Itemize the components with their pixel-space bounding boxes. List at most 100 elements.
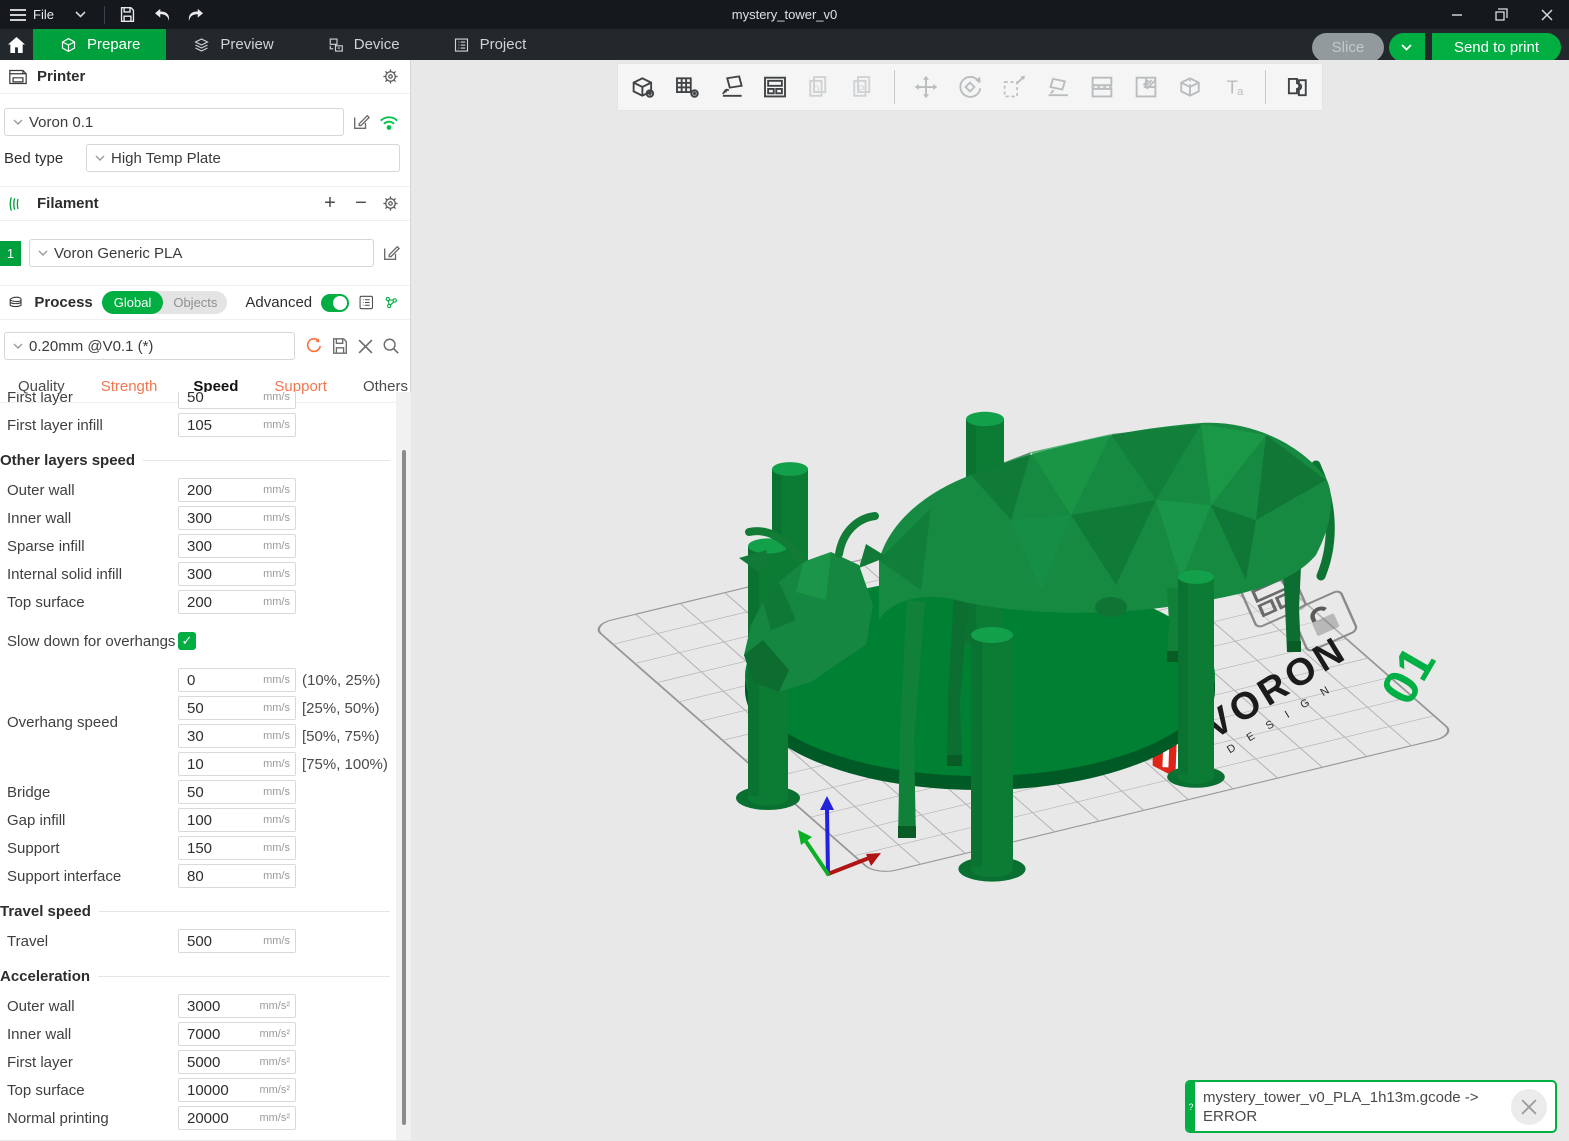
- printer-select[interactable]: Voron 0.1: [4, 108, 344, 136]
- scale-icon[interactable]: [997, 68, 1031, 106]
- setting-input[interactable]: [179, 482, 259, 499]
- 3d-viewport[interactable]: 0P Ta: [411, 60, 1569, 1140]
- slow-down-overhangs-checkbox[interactable]: ✓: [178, 632, 196, 650]
- overhang-range-label: [75%, 100%): [302, 756, 388, 773]
- edit-printer-icon[interactable]: [352, 113, 370, 131]
- scope-objects[interactable]: Objects: [163, 295, 227, 310]
- setting-input[interactable]: [179, 756, 259, 773]
- setting-unit: mm/s²: [259, 1028, 295, 1040]
- setting-input[interactable]: [179, 728, 259, 745]
- home-icon: [7, 36, 26, 54]
- send-options-button[interactable]: [1389, 33, 1425, 62]
- setting-input[interactable]: [179, 1082, 259, 1099]
- setting-input[interactable]: [179, 672, 259, 689]
- filament-settings-gear-icon[interactable]: [381, 194, 400, 213]
- setting-row: First layermm/s: [7, 392, 396, 411]
- setting-row: Normal printingmm/s²: [7, 1104, 396, 1132]
- remove-filament-button[interactable]: −: [350, 192, 372, 215]
- rotate-icon[interactable]: [953, 68, 987, 106]
- bed-type-value: High Temp Plate: [111, 150, 221, 167]
- setting-input[interactable]: [179, 392, 259, 406]
- tab-project[interactable]: Project: [426, 29, 553, 60]
- setting-input[interactable]: [179, 417, 259, 434]
- add-filament-button[interactable]: +: [319, 192, 341, 215]
- add-plate-icon[interactable]: [670, 68, 704, 106]
- process-scope-toggle[interactable]: Global Objects: [102, 291, 228, 314]
- clear-preset-icon[interactable]: [358, 339, 373, 354]
- parameter-list-icon[interactable]: [358, 293, 375, 312]
- setting-input[interactable]: [179, 538, 259, 555]
- setting-input[interactable]: [179, 1026, 259, 1043]
- setting-unit: mm/s²: [259, 1112, 295, 1124]
- bed-type-select[interactable]: High Temp Plate: [86, 144, 400, 172]
- printer-settings-gear-icon[interactable]: [381, 67, 400, 86]
- minimize-button[interactable]: [1434, 0, 1479, 29]
- setting-label: Top surface: [7, 1082, 178, 1099]
- tab-prepare-label: Prepare: [87, 36, 140, 53]
- filament-select[interactable]: Voron Generic PLA: [29, 239, 374, 267]
- project-icon: [452, 36, 471, 54]
- file-menu-expand[interactable]: [64, 0, 98, 29]
- redo-button[interactable]: [179, 0, 213, 29]
- split-to-parts-icon[interactable]: P: [846, 68, 880, 106]
- chevron-down-icon: [38, 250, 48, 256]
- setting-input[interactable]: [179, 1110, 259, 1127]
- slice-button[interactable]: Slice: [1312, 33, 1384, 62]
- setting-input[interactable]: [179, 1054, 259, 1071]
- add-text-icon[interactable]: Ta: [1217, 68, 1251, 106]
- split-to-objects-icon[interactable]: 0: [802, 68, 836, 106]
- setting-row: Support interfacemm/s: [7, 862, 396, 890]
- reset-preset-icon[interactable]: [304, 337, 322, 355]
- settings-section-header: Acceleration: [0, 964, 396, 988]
- save-button[interactable]: [111, 0, 145, 29]
- save-preset-icon[interactable]: [331, 337, 349, 355]
- tab-device[interactable]: Device: [300, 29, 426, 60]
- setting-input[interactable]: [179, 784, 259, 801]
- toast-close-button[interactable]: [1511, 1089, 1547, 1125]
- overhang-range-label: (10%, 25%): [302, 672, 380, 689]
- setting-unit: mm/s: [259, 512, 295, 524]
- setting-input[interactable]: [179, 594, 259, 611]
- home-button[interactable]: [0, 29, 33, 60]
- setting-unit: mm/s: [259, 935, 295, 947]
- wifi-icon[interactable]: [378, 114, 400, 131]
- search-preset-icon[interactable]: [382, 337, 400, 355]
- auto-orient-icon[interactable]: [714, 68, 748, 106]
- build-plate-scene[interactable]: VORON D E S I G N 01: [411, 60, 1569, 1141]
- setting-input[interactable]: [179, 840, 259, 857]
- close-button[interactable]: [1524, 0, 1569, 29]
- maximize-button[interactable]: [1479, 0, 1524, 29]
- setting-input[interactable]: [179, 998, 259, 1015]
- minimize-icon: [1451, 9, 1463, 21]
- setting-input[interactable]: [179, 933, 259, 950]
- setting-input[interactable]: [179, 700, 259, 717]
- move-icon[interactable]: [909, 68, 943, 106]
- lay-on-face-icon[interactable]: [1041, 68, 1075, 106]
- file-menu[interactable]: File: [0, 0, 64, 29]
- settings-scrollbar-thumb[interactable]: [402, 450, 406, 1125]
- setting-input[interactable]: [179, 566, 259, 583]
- overhang-range-label: [50%, 75%): [302, 728, 380, 745]
- settings-section-header: Other layers speed: [0, 448, 396, 472]
- send-to-print-button[interactable]: Send to print: [1432, 33, 1561, 62]
- edit-filament-icon[interactable]: [382, 244, 400, 262]
- assembly-icon[interactable]: [1280, 68, 1314, 106]
- setting-input[interactable]: [179, 812, 259, 829]
- arrange-icon[interactable]: [758, 68, 792, 106]
- chevron-down-icon: [95, 155, 105, 161]
- add-model-icon[interactable]: [626, 68, 660, 106]
- cut-icon[interactable]: [1129, 68, 1163, 106]
- scope-global[interactable]: Global: [102, 291, 164, 314]
- advanced-toggle[interactable]: [321, 294, 349, 312]
- setting-input[interactable]: [179, 510, 259, 527]
- tab-preview[interactable]: Preview: [166, 29, 299, 60]
- undo-button[interactable]: [145, 0, 179, 29]
- process-preset-select[interactable]: 0.20mm @V0.1 (*): [4, 332, 295, 360]
- split-icon[interactable]: [1085, 68, 1119, 106]
- setting-row: First layermm/s²: [7, 1048, 396, 1076]
- setting-row: Travelmm/s: [7, 927, 396, 955]
- tab-prepare[interactable]: Prepare: [33, 29, 166, 60]
- mesh-boolean-icon[interactable]: [1173, 68, 1207, 106]
- setting-input[interactable]: [179, 868, 259, 885]
- parameter-table-icon[interactable]: [383, 293, 400, 312]
